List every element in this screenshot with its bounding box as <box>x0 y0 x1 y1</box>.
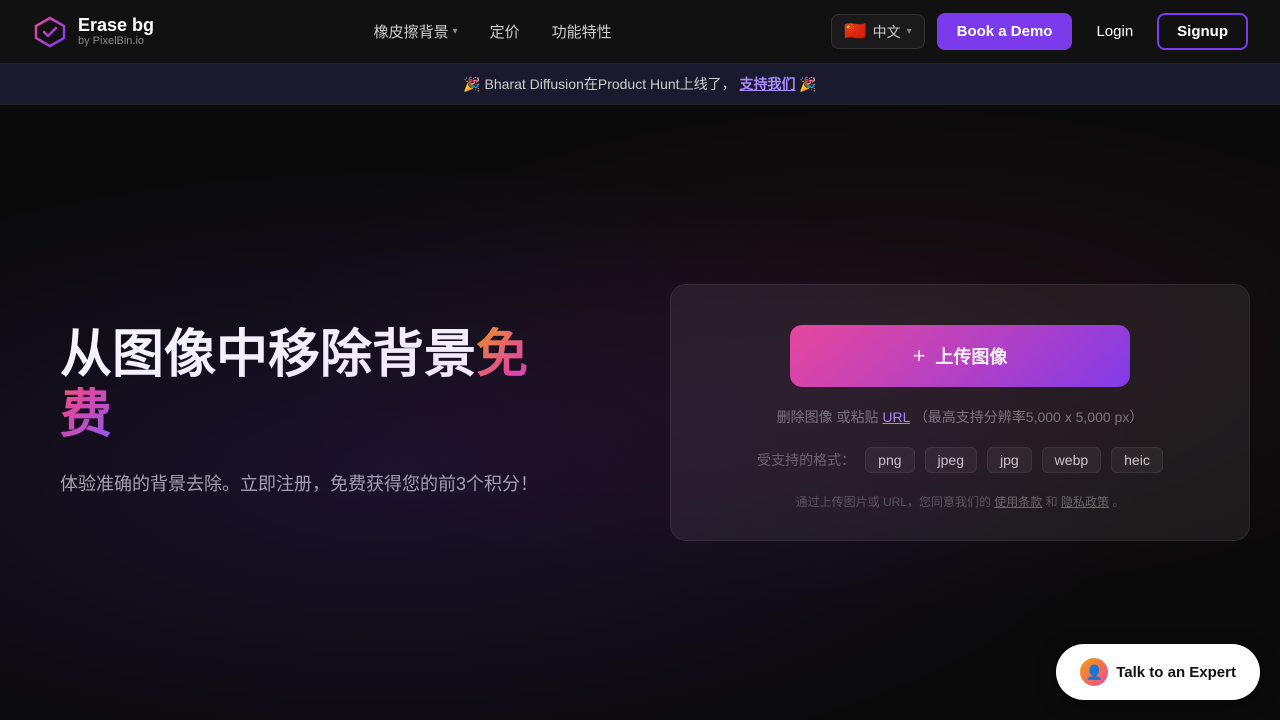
privacy-policy-link[interactable]: 隐私政策 <box>1061 495 1109 509</box>
upload-button[interactable]: + 上传图像 <box>790 325 1130 387</box>
talk-to-expert-button[interactable]: 👤 Talk to an Expert <box>1056 644 1260 700</box>
hero-left: 从图像中移除背景免费 体验准确的背景去除。立即注册，免费获得您的前3个积分！ <box>0 105 640 720</box>
upload-hint: 删除图像 或粘贴 URL （最高支持分辨率5,000 x 5,000 px） <box>777 407 1144 427</box>
logo-text: Erase bg by PixelBin.io <box>78 16 154 48</box>
nav-item-pricing[interactable]: 定价 <box>490 21 520 42</box>
talk-expert-label: Talk to an Expert <box>1116 664 1236 681</box>
book-demo-button[interactable]: Book a Demo <box>937 13 1073 50</box>
format-png: png <box>865 447 914 473</box>
hint-prefix: 删除图像 或粘贴 <box>777 409 879 425</box>
login-button[interactable]: Login <box>1084 13 1145 50</box>
announcement-link[interactable]: 支持我们 <box>739 76 795 92</box>
terms-of-use-link[interactable]: 使用条款 <box>994 495 1042 509</box>
formats-row: 受支持的格式： png jpeg jpg webp heic <box>757 447 1163 473</box>
language-label: 中文 <box>873 22 901 42</box>
logo-name: Erase bg <box>78 16 154 36</box>
terms-prefix: 通过上传图片或 URL，您同意我们的 <box>796 495 991 509</box>
format-jpeg: jpeg <box>925 447 977 473</box>
upload-button-label: 上传图像 <box>935 343 1007 369</box>
announcement-banner: 🎉 Bharat Diffusion在Product Hunt上线了， 支持我们… <box>0 64 1280 105</box>
logo-sub: by PixelBin.io <box>78 35 154 47</box>
signup-button[interactable]: Signup <box>1157 13 1248 50</box>
hero-title: 从图像中移除背景免费 <box>60 326 580 446</box>
format-heic: heic <box>1111 447 1163 473</box>
nav-links: 橡皮擦背景 ▾ 定价 功能特性 <box>374 21 612 42</box>
format-jpg: jpg <box>987 447 1032 473</box>
formats-label: 受支持的格式： <box>757 450 855 470</box>
hero-subtitle: 体验准确的背景去除。立即注册，免费获得您的前3个积分！ <box>60 470 580 499</box>
logo: Erase bg by PixelBin.io <box>32 14 154 50</box>
navbar: Erase bg by PixelBin.io 橡皮擦背景 ▾ 定价 功能特性 … <box>0 0 1280 64</box>
hero-title-main: 从图像中移除背景 <box>60 326 476 384</box>
terms-text: 通过上传图片或 URL，您同意我们的 使用条款 和 隐私政策 。 <box>796 493 1125 510</box>
chevron-down-icon: ▾ <box>453 26 458 37</box>
language-selector[interactable]: 🇨🇳 中文 ▾ <box>831 14 924 49</box>
hint-url-link[interactable]: URL <box>882 409 910 425</box>
main-content: 从图像中移除背景免费 体验准确的背景去除。立即注册，免费获得您的前3个积分！ +… <box>0 105 1280 720</box>
flag-icon: 🇨🇳 <box>844 21 866 42</box>
announcement-text: 🎉 Bharat Diffusion在Product Hunt上线了， <box>463 76 735 92</box>
hero-right: + 上传图像 删除图像 或粘贴 URL （最高支持分辨率5,000 x 5,00… <box>640 105 1280 720</box>
nav-actions: 🇨🇳 中文 ▾ Book a Demo Login Signup <box>831 13 1248 50</box>
terms-and: 和 <box>1046 495 1058 509</box>
plus-icon: + <box>913 343 926 369</box>
nav-item-features[interactable]: 功能特性 <box>552 21 612 42</box>
format-webp: webp <box>1042 447 1101 473</box>
expert-avatar: 👤 <box>1080 658 1108 686</box>
chevron-down-icon: ▾ <box>907 26 912 37</box>
hint-suffix: （最高支持分辨率5,000 x 5,000 px） <box>914 409 1144 425</box>
terms-suffix: 。 <box>1112 495 1124 509</box>
upload-card: + 上传图像 删除图像 或粘贴 URL （最高支持分辨率5,000 x 5,00… <box>670 284 1250 541</box>
logo-icon <box>32 14 68 50</box>
announcement-suffix: 🎉 <box>799 76 816 92</box>
nav-item-bg[interactable]: 橡皮擦背景 ▾ <box>374 21 458 42</box>
